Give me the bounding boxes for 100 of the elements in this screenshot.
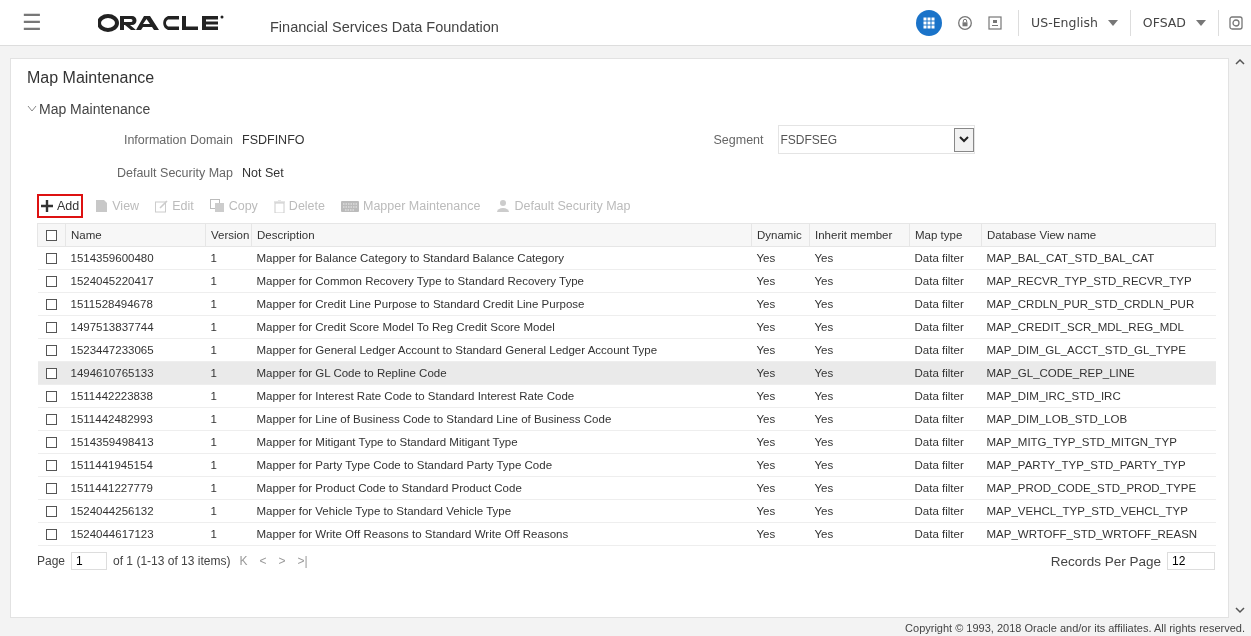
- camera-icon[interactable]: [1229, 15, 1243, 30]
- table-cell: Mapper for General Ledger Account to Standard General Ledger Account Type: [251, 338, 752, 362]
- table-cell: 1: [205, 453, 252, 477]
- row-checkbox[interactable]: [46, 528, 57, 540]
- apps-grid-icon[interactable]: [916, 9, 943, 36]
- table-cell: Yes: [809, 384, 910, 408]
- column-header[interactable]: Version: [205, 223, 252, 247]
- table-row[interactable]: 1523447233065 1 Mapper for General Ledger Account to Standard General Ledger Account Type Yes Yes Data filter MAP_DIM_GL_ACCT_STD_GL_TYPE: [37, 338, 1216, 362]
- table-cell: MAP_CRDLN_PUR_STD_CRDLN_PUR: [981, 292, 1216, 316]
- table-cell: Mapper for Write Off Reasons to Standard Write Off Reasons: [251, 522, 752, 546]
- records-input[interactable]: 12: [1167, 552, 1215, 570]
- table-row[interactable]: 1524044617123 1 Mapper for Write Off Reasons to Standard Write Off Reasons Yes Yes Data filter MAP_WRTOFF_STD_WRTOFF_REASN: [37, 522, 1216, 546]
- row-checkbox[interactable]: [46, 390, 57, 402]
- page-label: Page: [37, 554, 66, 568]
- table-cell: Data filter: [909, 315, 982, 339]
- table-cell: Data filter: [909, 499, 982, 523]
- select-all-checkbox[interactable]: [46, 229, 57, 241]
- table-cell: 1: [205, 430, 252, 454]
- table-cell: 1511441227779: [65, 476, 206, 500]
- table-cell: 1: [205, 522, 252, 546]
- column-header[interactable]: Dynamic: [751, 223, 810, 247]
- table-row[interactable]: 1511441227779 1 Mapper for Product Code to Standard Product Code Yes Yes Data filter MAP_PROD_CODE_STD_PROD_TYPE: [37, 476, 1216, 500]
- table-cell: Yes: [751, 269, 810, 293]
- column-header[interactable]: Inherit member: [809, 223, 910, 247]
- user-dropdown[interactable]: OFSAD: [1129, 9, 1218, 36]
- table-row[interactable]: 1497513837744 1 Mapper for Credit Score Model To Reg Credit Score Model Yes Yes Data filter MAP_CREDIT_SCR_MDL_REG_MDL: [37, 315, 1216, 339]
- section-toggle[interactable]: Map Maintenance: [27, 101, 151, 117]
- field-value: FSDFINFO: [242, 132, 305, 147]
- row-checkbox[interactable]: [46, 413, 57, 425]
- table-row[interactable]: 1524044256132 1 Mapper for Vehicle Type to Standard Vehicle Type Yes Yes Data filter MAP_VEHCL_TYP_STD_VEHCL_TYP: [37, 499, 1216, 523]
- table-cell: Yes: [751, 315, 810, 339]
- document-icon[interactable]: [988, 15, 1003, 30]
- table-row[interactable]: 1511442223838 1 Mapper for Interest Rate Code to Standard Interest Rate Code Yes Yes Data filter MAP_DIM_IRC_STD_IRC: [37, 384, 1216, 408]
- table-cell: Yes: [809, 292, 910, 316]
- scroll-down-icon[interactable]: [1235, 607, 1245, 614]
- table-cell: 1: [205, 407, 252, 431]
- table-cell: 1514359498413: [65, 430, 206, 454]
- table-cell: MAP_BAL_CAT_STD_BAL_CAT: [981, 246, 1216, 270]
- table-cell: Mapper for Credit Line Purpose to Standard Credit Line Purpose: [251, 292, 752, 316]
- table-cell: Mapper for Mitigant Type to Standard Mitigant Type: [251, 430, 752, 454]
- segment-select[interactable]: FSDFSEG: [777, 125, 975, 154]
- language-dropdown[interactable]: US-English: [1018, 9, 1130, 36]
- table-cell: Data filter: [909, 476, 982, 500]
- table-cell: Mapper for Vehicle Type to Standard Vehicle Type: [251, 499, 752, 523]
- table-row[interactable]: 1511442482993 1 Mapper for Line of Business Code to Standard Line of Business Code Yes Yes Data filter MAP_DIM_LOB_STD_LOB: [37, 407, 1216, 431]
- column-header[interactable]: Description: [251, 223, 752, 247]
- table-cell: 1524044617123: [65, 522, 206, 546]
- table-cell: Data filter: [909, 338, 982, 362]
- page-input[interactable]: 1: [71, 552, 108, 570]
- table-cell: 1: [205, 499, 252, 523]
- table-cell: Yes: [751, 499, 810, 523]
- table-cell: Yes: [809, 522, 910, 546]
- table-cell: 1: [205, 338, 252, 362]
- table-cell: Yes: [809, 315, 910, 339]
- table-row[interactable]: 1511441945154 1 Mapper for Party Type Code to Standard Party Type Code Yes Yes Data filter MAP_PARTY_TYP_STD_PARTY_TYP: [37, 453, 1216, 477]
- row-checkbox[interactable]: [46, 252, 57, 264]
- table-cell: Yes: [751, 476, 810, 500]
- row-checkbox[interactable]: [46, 482, 57, 494]
- table-cell: MAP_CREDIT_SCR_MDL_REG_MDL: [981, 315, 1216, 339]
- table-cell: Data filter: [909, 246, 982, 270]
- table-cell: Yes: [809, 338, 910, 362]
- row-checkbox[interactable]: [46, 367, 57, 379]
- table-cell: Yes: [751, 453, 810, 477]
- table-cell: Yes: [751, 384, 810, 408]
- lock-icon[interactable]: [958, 15, 973, 30]
- scroll-up-icon[interactable]: [1235, 58, 1245, 65]
- table-cell: MAP_PARTY_TYP_STD_PARTY_TYP: [981, 453, 1216, 477]
- table-row[interactable]: 1494610765133 1 Mapper for GL Code to Repline Code Yes Yes Data filter MAP_GL_CODE_REP_LINE: [37, 361, 1216, 385]
- field-label: Segment: [713, 132, 765, 147]
- column-header[interactable]: Database View name: [981, 223, 1216, 247]
- row-checkbox[interactable]: [46, 459, 57, 471]
- chevron-down-icon: [958, 136, 969, 143]
- table-cell: MAP_RECVR_TYP_STD_RECVR_TYP: [981, 269, 1216, 293]
- table-cell: 1524045220417: [65, 269, 206, 293]
- table-cell: 1511441945154: [65, 453, 206, 477]
- row-checkbox[interactable]: [46, 344, 57, 356]
- row-checkbox[interactable]: [46, 298, 57, 310]
- table-row[interactable]: 1514359498413 1 Mapper for Mitigant Type to Standard Mitigant Type Yes Yes Data filter MAP_MITG_TYP_STD_MITGN_TYP: [37, 430, 1216, 454]
- table-cell: 1: [205, 384, 252, 408]
- records-label: Records Per Page: [1050, 553, 1161, 569]
- page-count: of 1 (1-13 of 13 items): [113, 554, 231, 568]
- table-row[interactable]: 1514359600480 1 Mapper for Balance Category to Standard Balance Category Yes Yes Data filter MAP_BAL_CAT_STD_BAL_CAT: [37, 246, 1216, 270]
- row-checkbox[interactable]: [46, 275, 57, 287]
- row-checkbox[interactable]: [46, 505, 57, 517]
- add-button[interactable]: Add: [37, 194, 84, 218]
- table-cell: Yes: [809, 407, 910, 431]
- table-cell: 1: [205, 246, 252, 270]
- column-header[interactable]: Name: [65, 223, 206, 247]
- field-value: Not Set: [242, 165, 284, 180]
- table-cell: Yes: [751, 522, 810, 546]
- table-row[interactable]: 1511528494678 1 Mapper for Credit Line Purpose to Standard Credit Line Purpose Yes Yes Data filter MAP_CRDLN_PUR_STD_CRDLN_PUR: [37, 292, 1216, 316]
- table-cell: 1: [205, 315, 252, 339]
- row-checkbox[interactable]: [46, 436, 57, 448]
- table-cell: 1: [205, 476, 252, 500]
- pencil-icon: [155, 199, 169, 213]
- menu-button[interactable]: ☰: [22, 9, 42, 36]
- table-cell: Yes: [751, 407, 810, 431]
- row-checkbox[interactable]: [46, 321, 57, 333]
- table-row[interactable]: 1524045220417 1 Mapper for Common Recovery Type to Standard Recovery Type Yes Yes Data filter MAP_RECVR_TYP_STD_RECVR_TYP: [37, 269, 1216, 293]
- column-header[interactable]: Map type: [909, 223, 982, 247]
